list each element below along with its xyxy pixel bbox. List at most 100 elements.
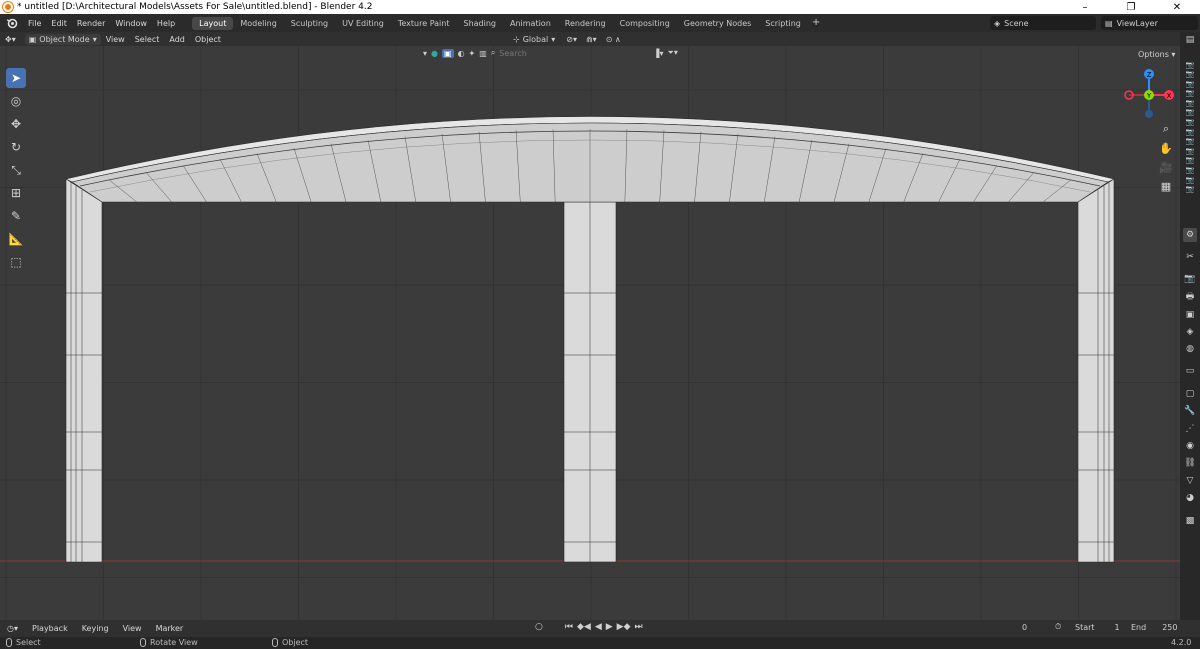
prev-keyframe-icon[interactable]: ◆◀: [577, 622, 591, 632]
timeline-playback-menu[interactable]: Playback: [25, 624, 75, 633]
end-frame-field[interactable]: End 250: [1131, 623, 1177, 632]
camera-icon[interactable]: 📷: [1180, 89, 1200, 98]
select-filter-icon[interactable]: ▣: [442, 48, 454, 58]
tab-animation[interactable]: Animation: [503, 17, 558, 30]
camera-icon[interactable]: 📷: [1180, 79, 1200, 88]
tab-compositing[interactable]: Compositing: [613, 17, 677, 30]
camera-filter-icon[interactable]: ▥: [479, 49, 487, 58]
tool-properties-icon[interactable]: ⚙: [1183, 228, 1197, 242]
camera-icon[interactable]: 📷: [1180, 98, 1200, 107]
select-box-tool[interactable]: ➤: [6, 68, 26, 88]
tab-geometry-nodes[interactable]: Geometry Nodes: [677, 17, 758, 30]
editor-type-icon[interactable]: ✥▾: [0, 35, 21, 44]
object-mode-dropdown[interactable]: ▣ Object Mode ▾: [24, 33, 101, 45]
left-pillar[interactable]: [65, 178, 103, 563]
minimize-button[interactable]: –: [1062, 2, 1108, 13]
tab-shading[interactable]: Shading: [456, 17, 503, 30]
3d-viewport[interactable]: ➤ ◎ ✥ ↻ ⤡ ⊞ ✎ 📐 ⬚ ▾ ● ▣ ◐ ✦ ▥ ⌕ Search ▐…: [0, 46, 1180, 620]
view-layer-properties-icon[interactable]: ▣: [1183, 308, 1197, 322]
tool-icon[interactable]: ✂: [1183, 250, 1197, 264]
tab-rendering[interactable]: Rendering: [558, 17, 613, 30]
navigation-gizmo[interactable]: Z X Y: [1120, 66, 1178, 122]
camera-view-icon[interactable]: 🎥: [1157, 158, 1175, 176]
camera-icon[interactable]: 📷: [1180, 175, 1200, 184]
scale-tool[interactable]: ⤡: [6, 160, 26, 180]
cursor-tool[interactable]: ◎: [6, 91, 26, 111]
camera-icon[interactable]: 📷: [1180, 137, 1200, 146]
measure-tool[interactable]: 📐: [6, 229, 26, 249]
output-properties-icon[interactable]: 🖶: [1183, 290, 1197, 304]
collection-properties-icon[interactable]: ▭: [1183, 364, 1197, 378]
zoom-icon[interactable]: ⌕: [1157, 120, 1175, 138]
tab-scripting[interactable]: Scripting: [758, 17, 808, 30]
perspective-toggle-icon[interactable]: ▦: [1157, 177, 1175, 195]
camera-icon[interactable]: 📷: [1180, 156, 1200, 165]
jump-end-icon[interactable]: ⏭: [635, 622, 643, 632]
snap-icon[interactable]: ⋒▾: [586, 35, 597, 44]
proportional-edit-icon[interactable]: ⊙ ∧: [606, 35, 621, 44]
tab-modeling[interactable]: Modeling: [233, 17, 283, 30]
physics-properties-icon[interactable]: ◉: [1183, 439, 1197, 453]
viewport-search-input[interactable]: Search: [499, 49, 649, 58]
view-layer-selector[interactable]: ▤ ViewLayer: [1101, 16, 1198, 30]
modifier-properties-icon[interactable]: 🔧: [1183, 404, 1197, 418]
timeline-marker-menu[interactable]: Marker: [149, 624, 191, 633]
rotate-tool[interactable]: ↻: [6, 137, 26, 157]
light-filter-icon[interactable]: ✦: [469, 49, 476, 58]
transform-orientation-dropdown[interactable]: ⊹ Global ▾ ⊘▾ ⋒▾ ⊙ ∧: [513, 32, 621, 46]
pan-hand-icon[interactable]: ✋: [1157, 139, 1175, 157]
gizmo-neg-z-axis[interactable]: [1145, 110, 1153, 118]
options-dropdown[interactable]: Options ▾: [1138, 50, 1175, 59]
camera-icon[interactable]: 📷: [1180, 118, 1200, 127]
play-icon[interactable]: ▶: [606, 622, 613, 632]
pivot-icon[interactable]: ⊘▾: [566, 35, 577, 44]
play-reverse-icon[interactable]: ◀: [595, 622, 602, 632]
auto-keying-icon[interactable]: ○: [535, 622, 543, 632]
jump-start-icon[interactable]: ⏮: [565, 622, 573, 632]
move-tool[interactable]: ✥: [6, 114, 26, 134]
camera-icon[interactable]: 📷: [1180, 146, 1200, 155]
stopwatch-icon[interactable]: ⏱: [1055, 622, 1061, 632]
right-pillar[interactable]: [1077, 178, 1115, 563]
menu-file[interactable]: File: [23, 19, 46, 28]
menu-window[interactable]: Window: [110, 19, 152, 28]
current-frame-field[interactable]: 0: [1022, 623, 1027, 632]
scene-selector[interactable]: ◈ Scene: [990, 16, 1096, 30]
close-button[interactable]: ✕: [1154, 2, 1200, 13]
material-properties-icon[interactable]: ◕: [1183, 491, 1197, 505]
texture-properties-icon[interactable]: ▩: [1183, 514, 1197, 528]
timeline-editor-type-icon[interactable]: ◷▾: [0, 624, 25, 633]
add-workspace-button[interactable]: +: [808, 17, 824, 30]
object-properties-icon[interactable]: ▢: [1183, 387, 1197, 401]
particles-properties-icon[interactable]: ⋰: [1183, 422, 1197, 436]
tab-layout[interactable]: Layout: [192, 16, 234, 30]
blender-logo-icon[interactable]: [5, 16, 19, 30]
camera-icon[interactable]: 📷: [1180, 60, 1200, 69]
editor-type-icon[interactable]: ▤: [1183, 33, 1197, 47]
start-frame-field[interactable]: Start 1: [1075, 623, 1120, 632]
tab-sculpting[interactable]: Sculpting: [284, 17, 335, 30]
filter-icon[interactable]: ⏷▾: [667, 48, 677, 58]
camera-icon[interactable]: 📷: [1180, 185, 1200, 194]
timeline-keying-menu[interactable]: Keying: [75, 624, 116, 633]
camera-icon[interactable]: 📷: [1180, 166, 1200, 175]
arch-mesh[interactable]: [65, 116, 1115, 563]
annotate-tool[interactable]: ✎: [6, 206, 26, 226]
menu-help[interactable]: Help: [152, 19, 180, 28]
next-keyframe-icon[interactable]: ▶◆: [617, 622, 631, 632]
bookmark-icon[interactable]: ▐▾: [653, 49, 663, 58]
transform-tool[interactable]: ⊞: [6, 183, 26, 203]
mesh-filter-icon[interactable]: ◐: [458, 49, 465, 58]
camera-icon[interactable]: 📷: [1180, 70, 1200, 79]
maximize-button[interactable]: ❐: [1108, 2, 1154, 13]
menu-object[interactable]: Object: [190, 35, 226, 44]
color-filter-icon[interactable]: ●: [431, 49, 438, 58]
menu-add[interactable]: Add: [164, 35, 190, 44]
timeline-view-menu[interactable]: View: [116, 624, 149, 633]
tab-texture-paint[interactable]: Texture Paint: [391, 17, 457, 30]
menu-view[interactable]: View: [101, 35, 130, 44]
camera-icon[interactable]: 📷: [1180, 108, 1200, 117]
constraints-properties-icon[interactable]: ⛓: [1183, 456, 1197, 470]
chevron-down-icon[interactable]: ▾: [423, 49, 427, 58]
menu-edit[interactable]: Edit: [46, 19, 72, 28]
